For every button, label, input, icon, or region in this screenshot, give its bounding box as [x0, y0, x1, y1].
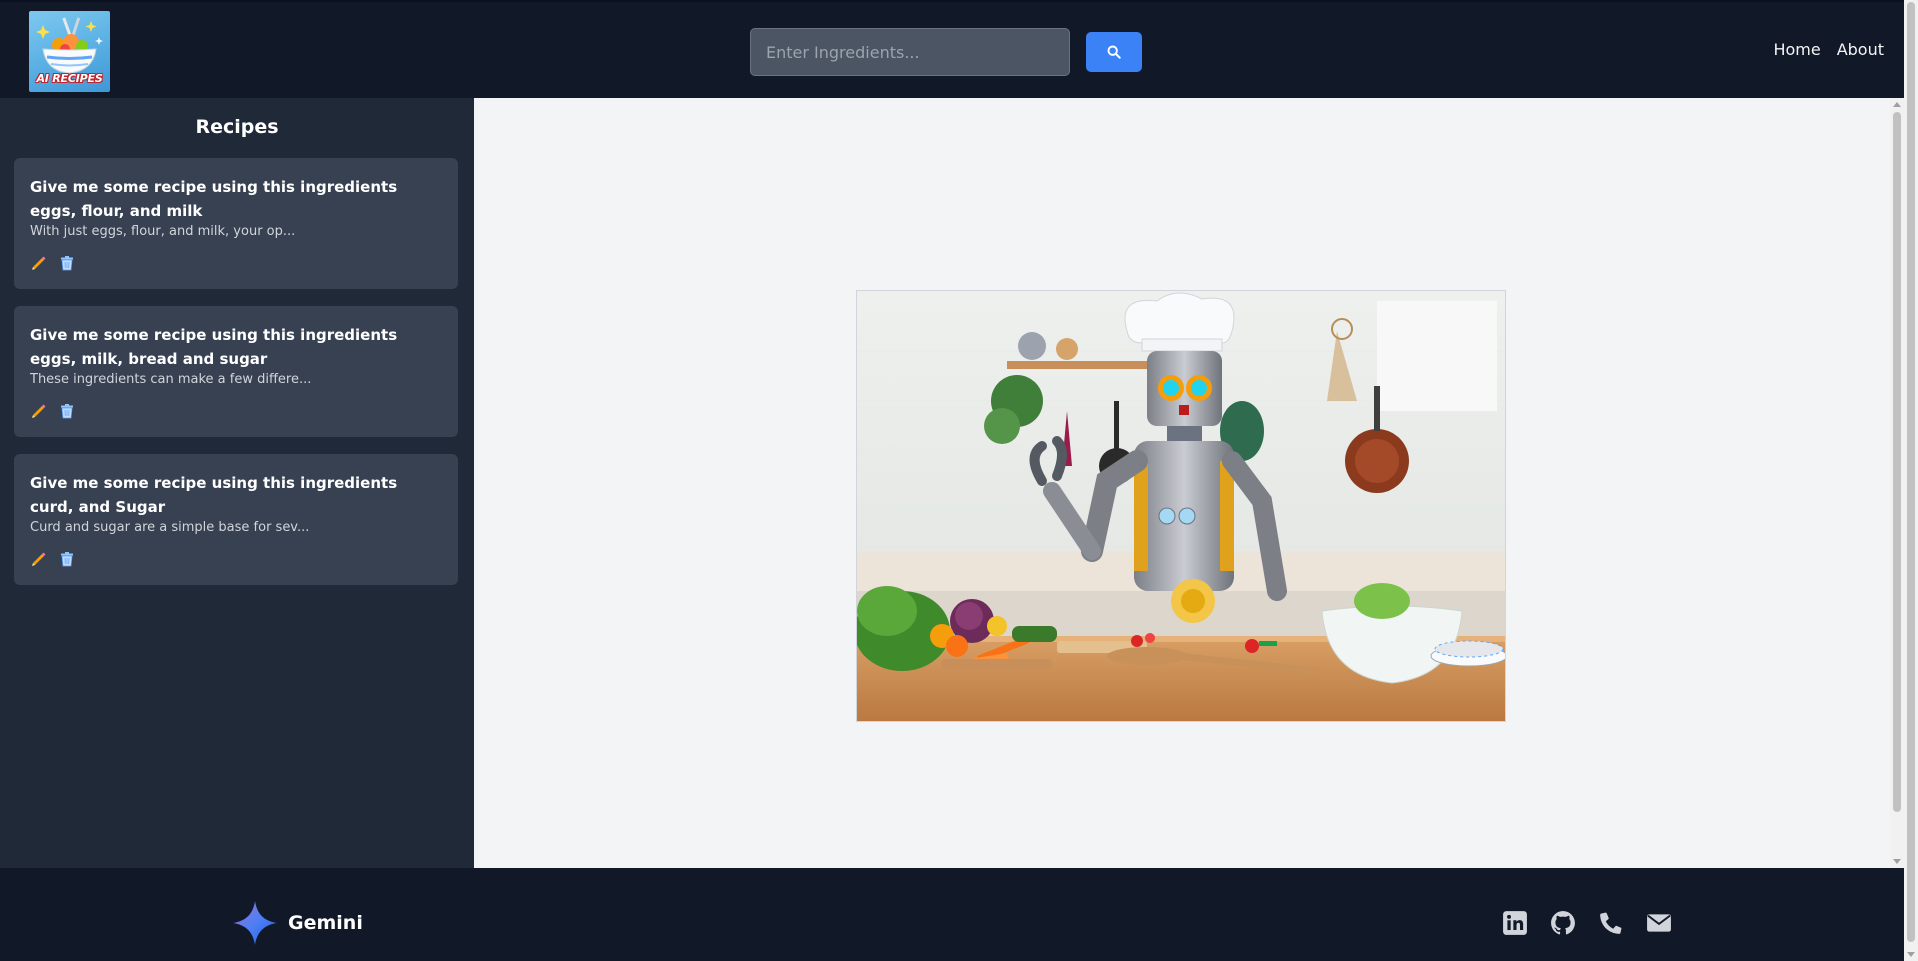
scroll-up-arrow[interactable]: [1893, 102, 1901, 107]
recipe-snippet: Curd and sugar are a simple base for sev…: [30, 520, 310, 535]
recipe-snippet: These ingredients can make a few differe…: [30, 372, 312, 387]
page-scroll-down-arrow[interactable]: [1907, 952, 1915, 957]
scroll-thumb[interactable]: [1893, 112, 1901, 812]
main-content: [474, 98, 1890, 868]
recipe-actions: [30, 550, 76, 568]
logo-text: AI RECIPES: [36, 72, 103, 85]
page-scroll-thumb[interactable]: [1907, 2, 1915, 942]
pencil-icon[interactable]: [30, 254, 48, 272]
recipe-title: Give me some recipe using this ingredien…: [30, 474, 398, 516]
footer: Gemini: [0, 868, 1904, 961]
search-icon: [1107, 45, 1121, 59]
nav-about-link[interactable]: About: [1837, 40, 1884, 59]
trash-icon[interactable]: [58, 550, 76, 568]
scroll-down-arrow[interactable]: [1893, 859, 1901, 864]
recipe-card[interactable]: Give me some recipe using this ingredien…: [14, 306, 458, 437]
search-button[interactable]: [1086, 32, 1142, 72]
gemini-brand[interactable]: Gemini: [232, 900, 363, 946]
recipe-snippet: With just eggs, flour, and milk, your op…: [30, 224, 296, 239]
recipe-actions: [30, 402, 76, 420]
recipe-actions: [30, 254, 76, 272]
gemini-label: Gemini: [288, 912, 363, 934]
gemini-star-icon: [233, 901, 277, 945]
recipes-sidebar: Recipes Give me some recipe using this i…: [0, 98, 474, 868]
page-scrollbar[interactable]: [1904, 0, 1918, 961]
top-navbar: AI RECIPES Home About: [0, 0, 1904, 98]
github-icon[interactable]: [1550, 910, 1576, 936]
app-logo[interactable]: AI RECIPES: [29, 11, 110, 92]
trash-icon[interactable]: [58, 254, 76, 272]
linkedin-icon[interactable]: [1502, 910, 1528, 936]
pencil-icon[interactable]: [30, 550, 48, 568]
nav-links: Home About: [1773, 40, 1884, 59]
pencil-icon[interactable]: [30, 402, 48, 420]
content-scrollbar[interactable]: [1890, 98, 1904, 868]
email-icon[interactable]: [1646, 910, 1672, 936]
trash-icon[interactable]: [58, 402, 76, 420]
recipe-title: Give me some recipe using this ingredien…: [30, 178, 398, 220]
recipe-title: Give me some recipe using this ingredien…: [30, 326, 398, 368]
nav-home-link[interactable]: Home: [1773, 40, 1820, 59]
sidebar-title: Recipes: [195, 116, 279, 138]
search-input[interactable]: [750, 28, 1070, 76]
social-links: [1502, 910, 1672, 936]
phone-icon[interactable]: [1598, 910, 1624, 936]
recipe-card[interactable]: Give me some recipe using this ingredien…: [14, 454, 458, 585]
recipe-card[interactable]: Give me some recipe using this ingredien…: [14, 158, 458, 289]
robot-chef-image: [856, 290, 1506, 722]
